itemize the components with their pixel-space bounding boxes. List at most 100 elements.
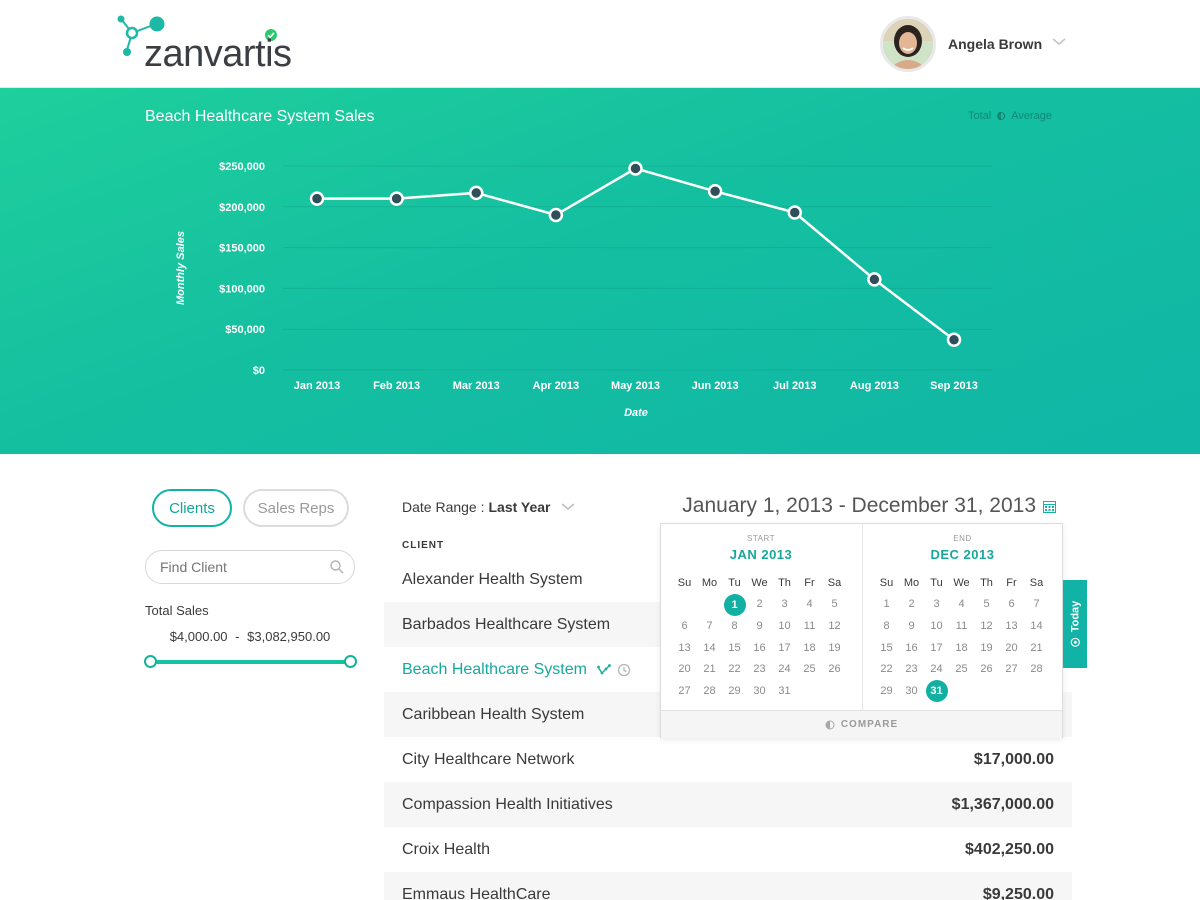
client-name[interactable]: Emmaus HealthCare [402,886,551,900]
calendar-day[interactable]: 17 [772,637,797,659]
table-row[interactable]: Croix Health $402,250.00 [384,827,1072,872]
calendar-day[interactable]: 21 [697,658,722,680]
calendar-day[interactable]: 7 [697,615,722,637]
client-name[interactable]: Caribbean Health System [402,706,584,724]
selected-day[interactable]: 1 [723,593,746,616]
calendar-day[interactable]: 4 [797,594,822,616]
calendar-day[interactable]: 30 [899,680,924,702]
calendar-day[interactable]: 26 [822,658,847,680]
calendar-day[interactable]: 27 [672,680,697,702]
start-month-title[interactable]: JAN 2013 [661,547,861,562]
calendar-day[interactable]: 28 [1024,658,1049,680]
calendar-day[interactable]: 23 [899,658,924,680]
calendar-day[interactable]: 3 [772,594,797,616]
calendar-day[interactable]: 9 [899,615,924,637]
calendar-day[interactable]: 22 [722,658,747,680]
avatar[interactable] [880,16,936,72]
chevron-down-icon[interactable] [1052,38,1066,46]
sales-range-slider[interactable] [150,660,350,664]
calendar-day[interactable]: 6 [999,594,1024,616]
calendar-day[interactable]: 12 [974,615,999,637]
compare-label[interactable]: COMPARE [841,719,898,730]
toggle-total-option[interactable]: Total [968,110,991,122]
half-circle-toggle-icon[interactable] [997,112,1006,120]
calendar-day[interactable]: 19 [974,637,999,659]
calendar-day[interactable]: 9 [747,615,772,637]
calendar-day[interactable]: 6 [672,615,697,637]
calendar-day[interactable]: 25 [797,658,822,680]
chevron-down-icon[interactable] [561,503,575,511]
calendar-day[interactable]: 4 [949,594,974,616]
user-menu[interactable]: Angela Brown [880,16,1066,72]
client-name-active[interactable]: Beach Healthcare System [402,661,631,679]
calendar-day[interactable]: 24 [772,658,797,680]
calendar-day[interactable]: 24 [924,658,949,680]
calendar-day[interactable]: 11 [949,615,974,637]
date-range-dropdown[interactable]: Date Range : Last Year [402,499,575,515]
calendar-icon[interactable] [1043,500,1056,513]
calendar-day[interactable]: 16 [899,637,924,659]
selected-date-range[interactable]: January 1, 2013 - December 31, 2013 [682,494,1036,518]
calendar-day[interactable]: 27 [999,658,1024,680]
calendar-day[interactable]: 29 [722,680,747,702]
user-name[interactable]: Angela Brown [948,36,1042,52]
calendar-day[interactable]: 21 [1024,637,1049,659]
calendar-day[interactable]: 8 [722,615,747,637]
calendar-day[interactable]: 25 [949,658,974,680]
calendar-day[interactable]: 29 [874,680,899,702]
calendar-day[interactable]: 14 [697,637,722,659]
client-name[interactable]: Compassion Health Initiatives [402,796,613,814]
calendar-day[interactable]: 5 [822,594,847,616]
calendar-day[interactable]: 18 [949,637,974,659]
find-client-input[interactable] [145,550,355,584]
calendar-day[interactable]: 28 [697,680,722,702]
slider-min-handle[interactable] [144,655,157,668]
selected-day[interactable]: 31 [925,679,948,702]
table-row[interactable]: Compassion Health Initiatives $1,367,000… [384,782,1072,827]
calendar-day[interactable]: 7 [1024,594,1049,616]
slider-max-handle[interactable] [344,655,357,668]
calendar-day[interactable]: 10 [772,615,797,637]
calendar-day[interactable]: 12 [822,615,847,637]
total-average-toggle[interactable]: Total Average [968,110,1052,122]
search-icon[interactable] [330,560,344,574]
client-column-header[interactable]: CLIENT [402,540,444,551]
calendar-day[interactable]: 2 [899,594,924,616]
calendar-day[interactable]: 8 [874,615,899,637]
zanvartis-logo[interactable]: zanvartis [116,14,306,74]
calendar-day[interactable]: 11 [797,615,822,637]
table-row[interactable]: City Healthcare Network $17,000.00 [384,737,1072,782]
calendar-day[interactable]: 14 [1024,615,1049,637]
client-name-text[interactable]: Beach Healthcare System [402,661,587,679]
calendar-day[interactable]: 17 [924,637,949,659]
calendar-day[interactable]: 5 [974,594,999,616]
today-label[interactable]: Today [1069,601,1081,633]
calendar-day[interactable]: 20 [999,637,1024,659]
today-tab-button[interactable]: Today [1063,580,1087,668]
client-name[interactable]: Alexander Health System [402,571,583,589]
calendar-day[interactable]: 26 [974,658,999,680]
trend-chart-icon[interactable] [597,663,611,676]
calendar-day[interactable]: 15 [874,637,899,659]
calendar-day[interactable]: 16 [747,637,772,659]
calendar-day[interactable]: 19 [822,637,847,659]
calendar-day[interactable]: 30 [747,680,772,702]
table-row[interactable]: Emmaus HealthCare $9,250.00 [384,872,1072,900]
calendar-day[interactable]: 1 [874,594,899,616]
calendar-day[interactable]: 15 [722,637,747,659]
calendar-day[interactable]: 31 [772,680,797,702]
calendar-day[interactable]: 18 [797,637,822,659]
client-name[interactable]: Barbados Healthcare System [402,616,610,634]
end-month-title[interactable]: DEC 2013 [863,547,1062,562]
toggle-average-option[interactable]: Average [1011,110,1052,122]
calendar-day[interactable]: 13 [999,615,1024,637]
calendar-day[interactable]: 22 [874,658,899,680]
calendar-day[interactable]: 13 [672,637,697,659]
calendar-day[interactable]: 20 [672,658,697,680]
calendar-day[interactable]: 2 [747,594,772,616]
calendar-day[interactable]: 3 [924,594,949,616]
client-name[interactable]: City Healthcare Network [402,751,575,769]
calendar-day[interactable]: 23 [747,658,772,680]
date-range-value[interactable]: Last Year [489,499,551,515]
sales-reps-tab-button[interactable]: Sales Reps [243,489,349,527]
